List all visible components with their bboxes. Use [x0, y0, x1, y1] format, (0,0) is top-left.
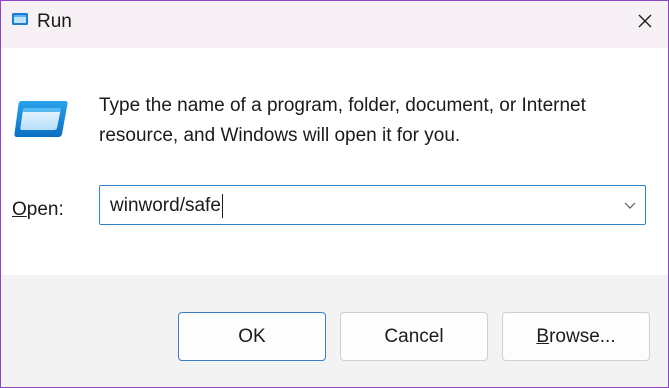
- cancel-button-label: Cancel: [384, 325, 444, 347]
- open-input[interactable]: winword/safe: [110, 194, 223, 218]
- text-caret: [221, 194, 223, 218]
- close-button[interactable]: [621, 1, 668, 41]
- open-label: Open:: [12, 198, 64, 222]
- open-label-rest: pen:: [26, 199, 64, 220]
- browse-button[interactable]: Browse...: [502, 312, 650, 361]
- open-label-mnemonic: O: [12, 199, 27, 220]
- ok-button-label: OK: [238, 325, 266, 347]
- open-input-value: winword/safe: [110, 195, 221, 216]
- title-bar[interactable]: Run: [1, 1, 668, 48]
- run-program-icon: [14, 101, 68, 137]
- browse-button-mnemonic: B: [536, 325, 550, 347]
- window-title: Run: [37, 11, 72, 32]
- browse-button-label: rowse...: [549, 325, 616, 347]
- ok-button[interactable]: OK: [178, 312, 326, 361]
- open-combobox[interactable]: winword/safe: [99, 185, 646, 225]
- instruction-text: Type the name of a program, folder, docu…: [99, 95, 586, 146]
- run-app-icon: [12, 13, 28, 25]
- cancel-button[interactable]: Cancel: [340, 312, 488, 361]
- run-dialog: Run Type the name of a program, folder, …: [0, 0, 669, 388]
- close-icon: [638, 14, 651, 28]
- chevron-down-icon[interactable]: [623, 198, 637, 212]
